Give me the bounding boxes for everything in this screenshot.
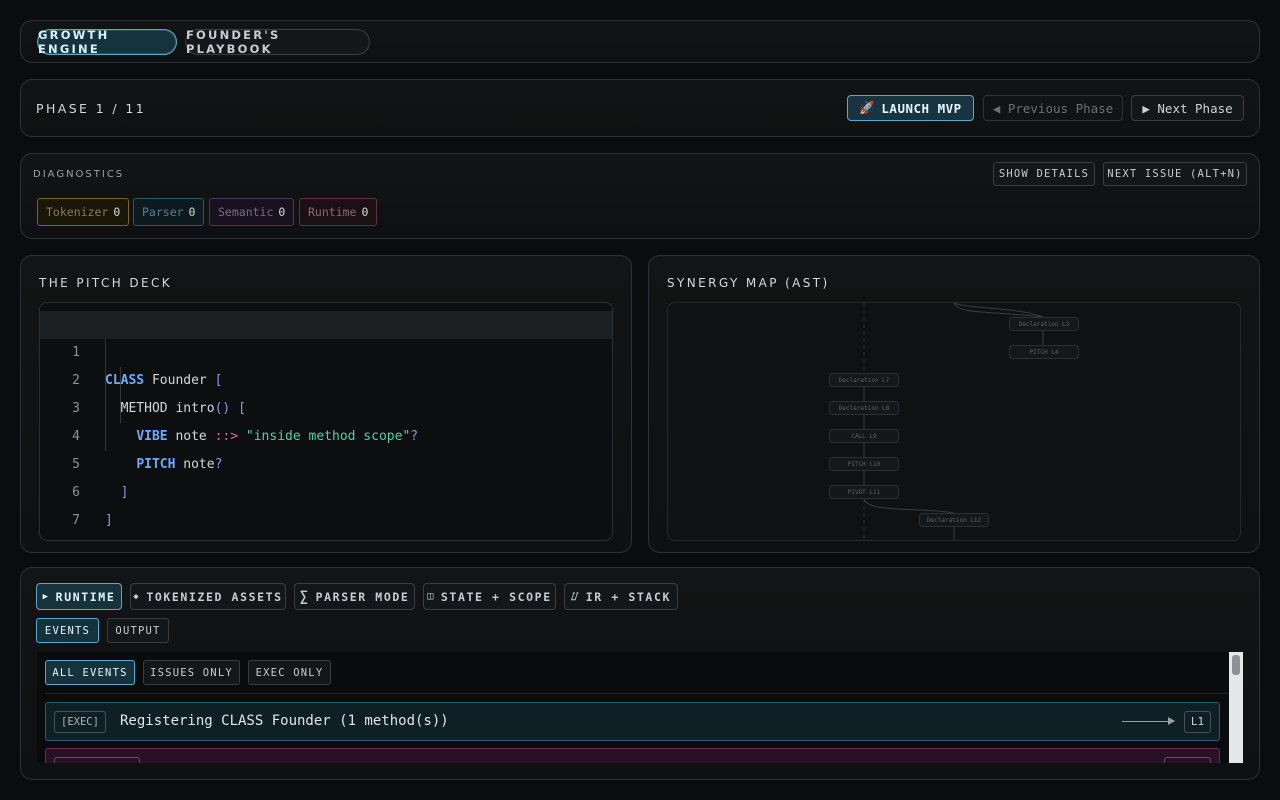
ast-node[interactable]: CALL L9 bbox=[829, 429, 899, 443]
tab-ir-stack-label: IR + STACK bbox=[585, 589, 672, 604]
launch-mvp-button[interactable]: 🚀 LAUNCH MVP bbox=[847, 95, 974, 121]
code-line[interactable]: 1 CLASS Founder [ bbox=[40, 311, 612, 388]
filters-divider bbox=[45, 693, 1229, 694]
code-line[interactable]: 7 VIBE ceo ::> NEW Founder? bbox=[40, 479, 612, 528]
diag-parser-count: 0 bbox=[188, 205, 196, 219]
next-phase-button[interactable]: ▶ Next Phase bbox=[1131, 95, 1244, 121]
tab-tokenized-assets-label: TOKENIZED ASSETS bbox=[146, 589, 283, 604]
angle-icon: ⌰ bbox=[570, 589, 580, 603]
pitch-deck-title: THE PITCH DECK bbox=[39, 276, 173, 290]
phase-indicator: PHASE 1 / 11 bbox=[36, 101, 147, 116]
event-row[interactable]: [EXEC] Registering CLASS Founder (1 meth… bbox=[45, 702, 1220, 741]
diag-runtime-label: Runtime bbox=[308, 205, 357, 219]
ast-canvas[interactable]: Declaration L3 PITCH L4 Declaration L7 D… bbox=[667, 302, 1241, 541]
code-line[interactable]: 6 ] bbox=[40, 451, 612, 528]
event-tag: [EXEC] bbox=[54, 711, 106, 733]
arrow-icon bbox=[1122, 721, 1174, 722]
tab-runtime[interactable]: ▶ RUNTIME bbox=[36, 583, 122, 610]
events-scrollbar[interactable] bbox=[1229, 652, 1243, 763]
diag-semantic-label: Semantic bbox=[218, 205, 274, 219]
diag-parser-label: Parser bbox=[142, 205, 184, 219]
scrollbar-thumb[interactable] bbox=[1232, 655, 1240, 675]
diamond-icon: ◆ bbox=[133, 591, 141, 602]
ast-node[interactable]: PITCH L10 bbox=[829, 457, 899, 471]
filter-issues-only[interactable]: ISSUES ONLY bbox=[143, 660, 240, 685]
panel-icon: ◫ bbox=[427, 591, 435, 602]
ast-edges bbox=[863, 303, 1044, 540]
synergy-map-title: SYNERGY MAP (AST) bbox=[667, 276, 830, 290]
event-text: Registering CLASS Founder (1 method(s)) bbox=[120, 713, 449, 729]
tab-state-scope[interactable]: ◫ STATE + SCOPE bbox=[423, 583, 556, 610]
subtab-output[interactable]: OUTPUT bbox=[107, 618, 169, 643]
diag-runtime-count: 0 bbox=[361, 205, 369, 219]
diagnostics-title: DIAGNOSTICS bbox=[33, 169, 125, 180]
event-line-badge[interactable]: L1 bbox=[1184, 711, 1211, 733]
ast-node[interactable]: Declaration L8 bbox=[829, 401, 899, 415]
ast-node[interactable]: Declaration L12 bbox=[919, 513, 989, 527]
tab-growth-engine[interactable]: GROWTH ENGINE bbox=[37, 28, 177, 56]
code-line[interactable]: 2 METHOD intro() [ bbox=[40, 339, 612, 416]
diag-tokenizer-label: Tokenizer bbox=[46, 205, 109, 219]
arrow-head-icon bbox=[1168, 717, 1175, 725]
tab-tokenized-assets[interactable]: ◆ TOKENIZED ASSETS bbox=[130, 583, 286, 610]
filter-exec-only[interactable]: EXEC ONLY bbox=[248, 660, 331, 685]
ast-node[interactable]: Declaration L7 bbox=[829, 373, 899, 387]
tab-parser-mode[interactable]: ∑ PARSER MODE bbox=[294, 583, 415, 610]
tab-ir-stack[interactable]: ⌰ IR + STACK bbox=[564, 583, 678, 610]
play-icon: ▶ bbox=[42, 591, 50, 602]
code-line[interactable]: 8 BURN runway ::> 18? bbox=[40, 507, 612, 535]
event-row[interactable] bbox=[45, 748, 1220, 763]
previous-phase-button[interactable]: ◀ Previous Phase bbox=[983, 95, 1123, 121]
ast-node[interactable]: PITCH L4 bbox=[1009, 345, 1079, 359]
launch-mvp-label: LAUNCH MVP bbox=[881, 100, 962, 116]
diag-semantic-count: 0 bbox=[278, 205, 286, 219]
tab-parser-mode-label: PARSER MODE bbox=[315, 589, 410, 604]
filter-all-events[interactable]: ALL EVENTS bbox=[45, 660, 135, 685]
code-line[interactable]: 5 ] bbox=[40, 423, 612, 500]
diag-tokenizer-count: 0 bbox=[113, 205, 121, 219]
code-editor[interactable]: 1 CLASS Founder [ 2 METHOD intro() [ 3 V… bbox=[39, 302, 613, 541]
line-number: 8 bbox=[40, 535, 80, 540]
event-line-badge bbox=[1164, 757, 1211, 763]
event-tag bbox=[54, 757, 140, 763]
diag-runtime[interactable]: Runtime 0 bbox=[299, 198, 378, 226]
rocket-icon: 🚀 bbox=[859, 100, 876, 115]
show-details-button[interactable]: SHOW DETAILS bbox=[993, 162, 1095, 186]
next-issue-button[interactable]: NEXT ISSUE (ALT+N) bbox=[1103, 162, 1247, 186]
tab-state-scope-label: STATE + SCOPE bbox=[440, 589, 552, 604]
diag-semantic[interactable]: Semantic 0 bbox=[209, 198, 295, 226]
ast-node[interactable]: Declaration L3 bbox=[1009, 317, 1079, 331]
code-line[interactable]: 4 PITCH note? bbox=[40, 395, 612, 472]
tab-runtime-label: RUNTIME bbox=[55, 589, 116, 604]
tab-founders-playbook[interactable]: FOUNDER'S PLAYBOOK bbox=[185, 28, 370, 56]
diag-parser[interactable]: Parser 0 bbox=[133, 198, 205, 226]
sigma-icon: ∑ bbox=[299, 588, 310, 605]
ast-node[interactable]: PIVOT L11 bbox=[829, 485, 899, 499]
subtab-events[interactable]: EVENTS bbox=[36, 618, 99, 643]
code-line[interactable]: 3 VIBE note ::> "inside method scope"? bbox=[40, 367, 612, 444]
event-row-clip bbox=[45, 748, 1220, 763]
diag-tokenizer[interactable]: Tokenizer 0 bbox=[37, 198, 130, 226]
